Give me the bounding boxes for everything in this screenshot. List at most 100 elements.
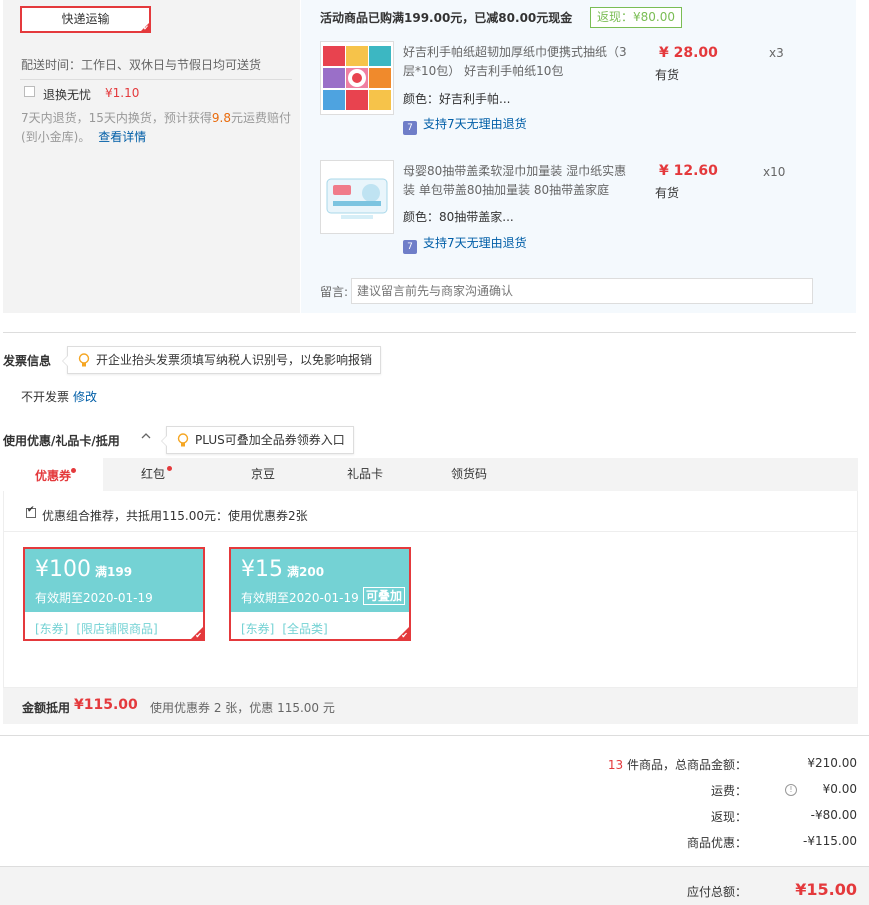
coupon-amount: ¥100 满199 (35, 557, 132, 582)
coupon-header: ¥100 满199 有效期至2020-01-19 (25, 549, 203, 612)
deduction-amount: ¥115.00 (74, 697, 138, 713)
tab-coupons[interactable]: 优惠券 (3, 458, 103, 491)
return-desc-amount: 9.8 (211, 111, 231, 125)
tab-gift-card[interactable]: 礼品卡 (315, 458, 415, 491)
product-quantity: x10 (763, 165, 786, 179)
return-service-price: ¥1.10 (105, 86, 140, 100)
coupon-tag: [东券] (35, 622, 69, 636)
coupon-amount-value: ¥100 (35, 557, 91, 582)
return-policy: 7 支持7天无理由退货 (403, 115, 527, 135)
check-icon: ✔ (195, 631, 202, 640)
stock-status: 有货 (655, 68, 680, 82)
tab-label: 优惠券 (34, 469, 71, 483)
express-shipping-label: 快递运输 (61, 12, 110, 26)
check-icon: ✔ (401, 631, 408, 640)
view-details-link[interactable]: 查看详情 (98, 130, 146, 144)
tip-arrow (63, 355, 69, 367)
message-label: 留言: (320, 285, 349, 299)
item-count: 13 (607, 758, 624, 772)
coupon-header: ¥15 满200 有效期至2020-01-19 可叠加 (231, 549, 409, 612)
info-icon[interactable]: ! (785, 784, 797, 796)
delivery-time: 配送时间：工作日、双休日与节假日均可送货 (21, 58, 262, 72)
product-name[interactable]: 好吉利手帕纸超韧加厚纸巾便携式抽纸（3层*10包） 好吉利手帕纸10包 (403, 43, 631, 81)
tab-label: 京豆 (250, 467, 275, 481)
combo-text: 优惠组合推荐，共抵用115.00元：使用优惠券2张 (42, 509, 308, 523)
seven-day-return-icon: 7 (403, 240, 417, 254)
seven-day-return-icon: 7 (403, 121, 417, 135)
stackable-badge: 可叠加 (363, 587, 406, 605)
product-color: 颜色：好吉利手帕... (403, 92, 511, 106)
new-dot (167, 466, 172, 471)
tab-jd-beans[interactable]: 京豆 (213, 458, 313, 491)
coupon-condition: 满199 (95, 565, 133, 579)
coupon-condition: 满200 (287, 565, 325, 579)
promo-title: 活动商品已购满199.00元，已减80.00元现金 (320, 11, 573, 25)
coupon-expiry: 有效期至2020-01-19 (241, 591, 359, 605)
coupon-tag: [东券] (241, 622, 275, 636)
return-service-checkbox[interactable] (24, 86, 35, 97)
deduction-description: 使用优惠券 2 张，优惠 115.00 元 (150, 701, 335, 715)
product-color: 颜色：80抽带盖家... (403, 210, 514, 224)
chevron-up-icon[interactable] (141, 431, 151, 441)
divider (3, 332, 856, 333)
product-price: ¥ 12.60 (659, 163, 718, 179)
cashback-label: 返现： (710, 810, 747, 824)
message-input[interactable] (351, 278, 813, 304)
invoice-status: 不开发票 (21, 390, 70, 404)
tab-label: 礼品卡 (346, 467, 383, 481)
product-image[interactable] (320, 41, 394, 115)
coupons-title: 使用优惠/礼品卡/抵用 (3, 434, 120, 448)
lightbulb-icon (78, 353, 90, 367)
goods-total-label: 13 件商品，总商品金额： (608, 756, 747, 773)
tab-label: 红包 (140, 467, 165, 481)
stock-status: 有货 (655, 186, 680, 200)
coupon-card[interactable]: ¥100 满199 有效期至2020-01-19 [东券] [限店铺限商品] ✔ (23, 547, 205, 641)
coupon-amount: ¥15 满200 (241, 557, 324, 582)
coupon-tags: [东券] [全品类] (241, 620, 336, 637)
tab-label: 领货码 (450, 467, 487, 481)
invoice-tip: 开企业抬头发票须填写纳税人识别号，以免影响报销 (62, 346, 382, 374)
shipping-panel (3, 0, 300, 313)
coupon-tag: [全品类] (282, 622, 328, 636)
coupon-expiry: 有效期至2020-01-19 (35, 591, 153, 605)
coupon-card[interactable]: ¥15 满200 有效期至2020-01-19 可叠加 [东券] [全品类] ✔ (229, 547, 411, 641)
discount-label: 商品优惠： (686, 836, 747, 850)
return-service-label: 退换无忧 (43, 88, 92, 102)
return-policy-label: 支持7天无理由退货 (423, 117, 527, 131)
return-service-description: 7天内退货，15天内换货，预计获得9.8元运费赔付(到小金库)。 查看详情 (21, 109, 296, 147)
product-price: ¥ 28.00 (659, 45, 718, 61)
tip-arrow (162, 435, 168, 447)
return-policy: 7 支持7天无理由退货 (403, 234, 527, 254)
invoice-edit-link[interactable]: 修改 (73, 388, 97, 405)
coupon-tag: [限店铺限商品] (76, 622, 158, 636)
return-policy-label: 支持7天无理由退货 (423, 236, 527, 250)
invoice-title: 发票信息 (3, 354, 52, 368)
express-shipping-button[interactable]: 快递运输 ✔ (20, 6, 151, 33)
divider (0, 735, 869, 736)
tab-pickup-code[interactable]: 领货码 (419, 458, 519, 491)
return-desc-prefix: 7天内退货，15天内换货，预计获得 (21, 111, 212, 125)
goods-total-label-text: 件商品，总商品金额： (626, 758, 747, 772)
invoice-tip-text: 开企业抬头发票须填写纳税人识别号，以免影响报销 (96, 353, 373, 367)
discount-value: -¥115.00 (803, 834, 857, 848)
coupon-amount-value: ¥15 (241, 557, 283, 582)
plus-coupon-tip[interactable]: PLUS可叠加全品券领券入口 (161, 426, 354, 454)
tab-red-packet[interactable]: 红包 (103, 458, 203, 491)
product-name[interactable]: 母婴80抽带盖柔软湿巾加量装 湿巾纸实惠装 单包带盖80抽加量装 80抽带盖家庭 (403, 162, 631, 200)
check-icon: ✔ (27, 505, 35, 515)
cashback-badge: 返现：¥80.00 (590, 7, 682, 28)
new-dot (71, 468, 76, 473)
cashback-value: -¥80.00 (810, 808, 857, 822)
product-image[interactable] (320, 160, 394, 234)
check-icon: ✔ (143, 24, 149, 32)
payable-label: 应付总额： (686, 885, 747, 899)
lightbulb-icon (177, 433, 189, 447)
coupon-tabs: 优惠券 红包 京豆 礼品卡 领货码 (3, 458, 858, 491)
goods-total-value: ¥210.00 (807, 756, 857, 770)
plus-coupon-tip-text: PLUS可叠加全品券领券入口 (195, 433, 345, 447)
combo-checkbox[interactable]: ✔ (26, 505, 36, 518)
product-quantity: x3 (769, 46, 784, 60)
shipping-fee-label: 运费： (710, 784, 747, 798)
deduction-label: 金额抵用 (22, 701, 71, 715)
divider (20, 79, 292, 80)
